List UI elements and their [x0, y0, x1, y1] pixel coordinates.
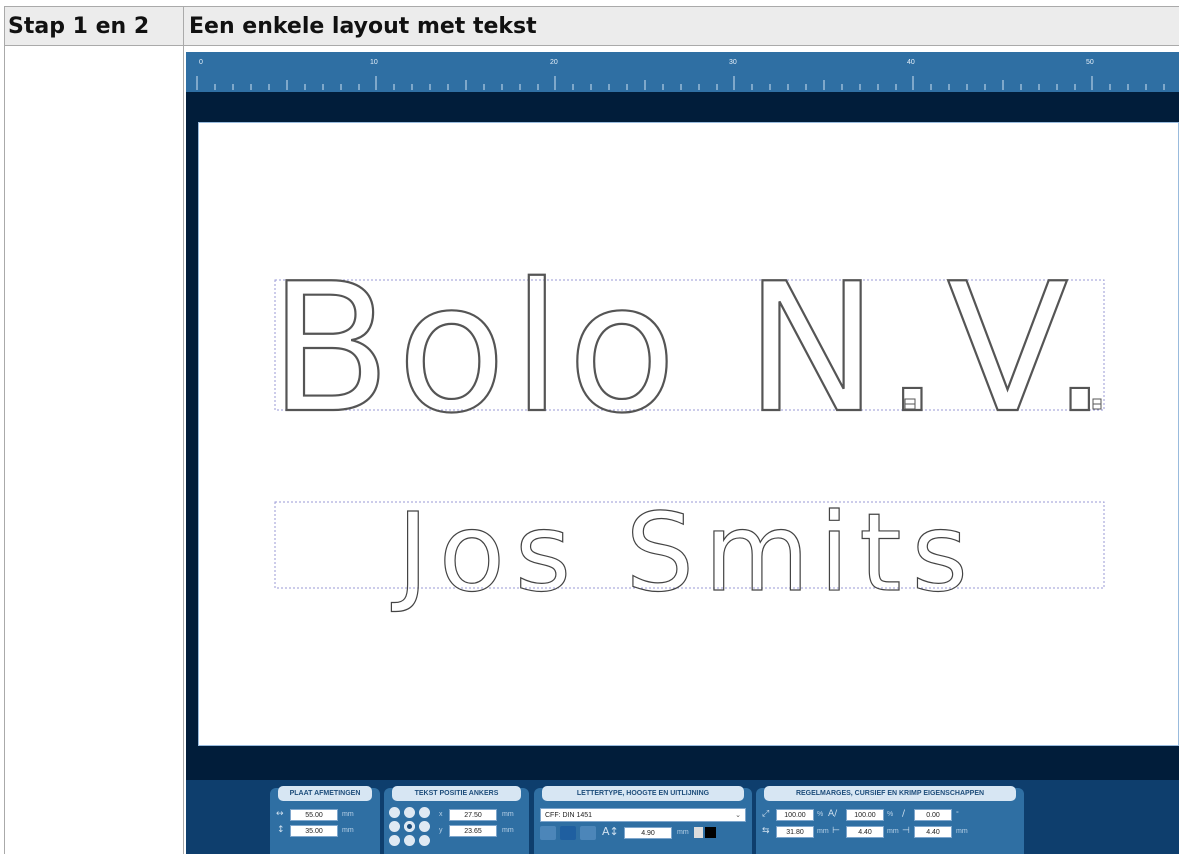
- anchor-middle-center[interactable]: [404, 821, 415, 832]
- margin-left-icon: ⊢: [832, 826, 840, 836]
- italic-icon: /: [902, 809, 906, 819]
- ruler-label-0: 0: [199, 59, 203, 66]
- column-divider: [183, 6, 184, 854]
- ruler-ticks: 0 10 20 30 40 50: [196, 59, 1165, 90]
- panel-text-anchors: TEKST POSITIE ANKERS x 27.50 mm y 23.65 …: [384, 786, 529, 854]
- column-header-description: Een enkele layout met tekst: [189, 14, 537, 39]
- plate-canvas[interactable]: Bolo N.V. Jos Smits: [198, 122, 1179, 746]
- align-left-button[interactable]: [540, 826, 556, 840]
- anchor-top-left[interactable]: [389, 807, 400, 818]
- align-right-button[interactable]: [580, 826, 596, 840]
- plate-height-unit: mm: [342, 827, 354, 834]
- ruler-label-20: 20: [550, 59, 558, 66]
- margin-right-unit: mm: [956, 828, 968, 835]
- ruler-label-30: 30: [729, 59, 737, 66]
- font-height-unit: mm: [677, 829, 689, 836]
- panel-margins-title: REGELMARGES, CURSIEF EN KRIMP EIGENSCHAP…: [764, 786, 1016, 801]
- margin-left-input[interactable]: 4.40: [846, 826, 884, 838]
- anchor-bottom-right[interactable]: [419, 835, 430, 846]
- top-ruler: 0 10 20 30 40 50: [186, 52, 1179, 92]
- ruler-label-50: 50: [1086, 59, 1094, 66]
- panel-plate-title: PLAAT AFMETINGEN: [278, 786, 372, 801]
- column-header-step: Stap 1 en 2: [8, 14, 150, 39]
- ruler-label-40: 40: [907, 59, 915, 66]
- position-x-unit: mm: [502, 811, 514, 818]
- scale-x-icon: ⤢: [762, 809, 770, 819]
- position-y-input[interactable]: 23.65: [449, 825, 497, 837]
- anchor-middle-right[interactable]: [419, 821, 430, 832]
- scale-x-unit: %: [817, 811, 824, 818]
- text-height-icon: A↕: [602, 825, 619, 838]
- margin-right-icon: ⊣: [902, 826, 910, 836]
- position-x-input[interactable]: 27.50: [449, 809, 497, 821]
- control-panel-bar: PLAAT AFMETINGEN ↔ 55.00 mm ↕ 35.00 mm T…: [186, 780, 1179, 854]
- plate-height-input[interactable]: 35.00: [290, 825, 338, 837]
- line-spacing-icon: ⇆: [762, 826, 770, 836]
- scale-y-icon: A/: [828, 809, 838, 819]
- margin-right-input[interactable]: 4.40: [914, 826, 952, 838]
- color-picker-icon[interactable]: [694, 827, 703, 838]
- plate-width-unit: mm: [342, 811, 354, 818]
- scale-y-unit: %: [887, 811, 894, 818]
- text-layout-svg: Bolo N.V. Jos Smits: [268, 244, 1114, 617]
- italic-angle-unit: °: [956, 811, 959, 818]
- line-spacing-input[interactable]: 31.80: [776, 826, 814, 838]
- editor-screenshot: 0 10 20 30 40 50 Bolo N.V. Jos Smits PLA…: [186, 52, 1179, 854]
- plate-width-input[interactable]: 55.00: [290, 809, 338, 821]
- anchor-top-center[interactable]: [404, 807, 415, 818]
- panel-line-margins: REGELMARGES, CURSIEF EN KRIMP EIGENSCHAP…: [756, 786, 1024, 854]
- position-y-unit: mm: [502, 827, 514, 834]
- height-arrow-icon: ↕: [277, 825, 285, 835]
- anchor-bottom-left[interactable]: [389, 835, 400, 846]
- color-swatch[interactable]: [705, 827, 716, 838]
- align-center-button[interactable]: [560, 826, 576, 840]
- panel-font-title: LETTERTYPE, HOOGTE EN UITLIJNING: [542, 786, 744, 801]
- chevron-down-icon: ⌄: [735, 812, 741, 819]
- font-select-value: CFF: DIN 1451: [545, 812, 593, 819]
- anchor-middle-left[interactable]: [389, 821, 400, 832]
- font-select[interactable]: CFF: DIN 1451 ⌄: [540, 808, 746, 822]
- y-label: y: [439, 827, 443, 834]
- scale-y-input[interactable]: 100.00: [846, 809, 884, 821]
- table-header-row: [4, 6, 1179, 46]
- margin-left-unit: mm: [887, 828, 899, 835]
- line2-text[interactable]: Jos Smits: [390, 490, 978, 616]
- panel-anchors-title: TEKST POSITIE ANKERS: [392, 786, 521, 801]
- panel-font-settings: LETTERTYPE, HOOGTE EN UITLIJNING CFF: DI…: [534, 786, 752, 854]
- ruler-label-10: 10: [370, 59, 378, 66]
- x-label: x: [439, 811, 443, 818]
- anchor-top-right[interactable]: [419, 807, 430, 818]
- anchor-bottom-center[interactable]: [404, 835, 415, 846]
- panel-plate-dimensions: PLAAT AFMETINGEN ↔ 55.00 mm ↕ 35.00 mm: [270, 786, 380, 854]
- italic-angle-input[interactable]: 0.00: [914, 809, 952, 821]
- line1-text[interactable]: Bolo N.V.: [268, 244, 1114, 453]
- scale-x-input[interactable]: 100.00: [776, 809, 814, 821]
- width-arrow-icon: ↔: [276, 809, 284, 819]
- font-height-input[interactable]: 4.90: [624, 827, 672, 839]
- line-spacing-unit: mm: [817, 828, 829, 835]
